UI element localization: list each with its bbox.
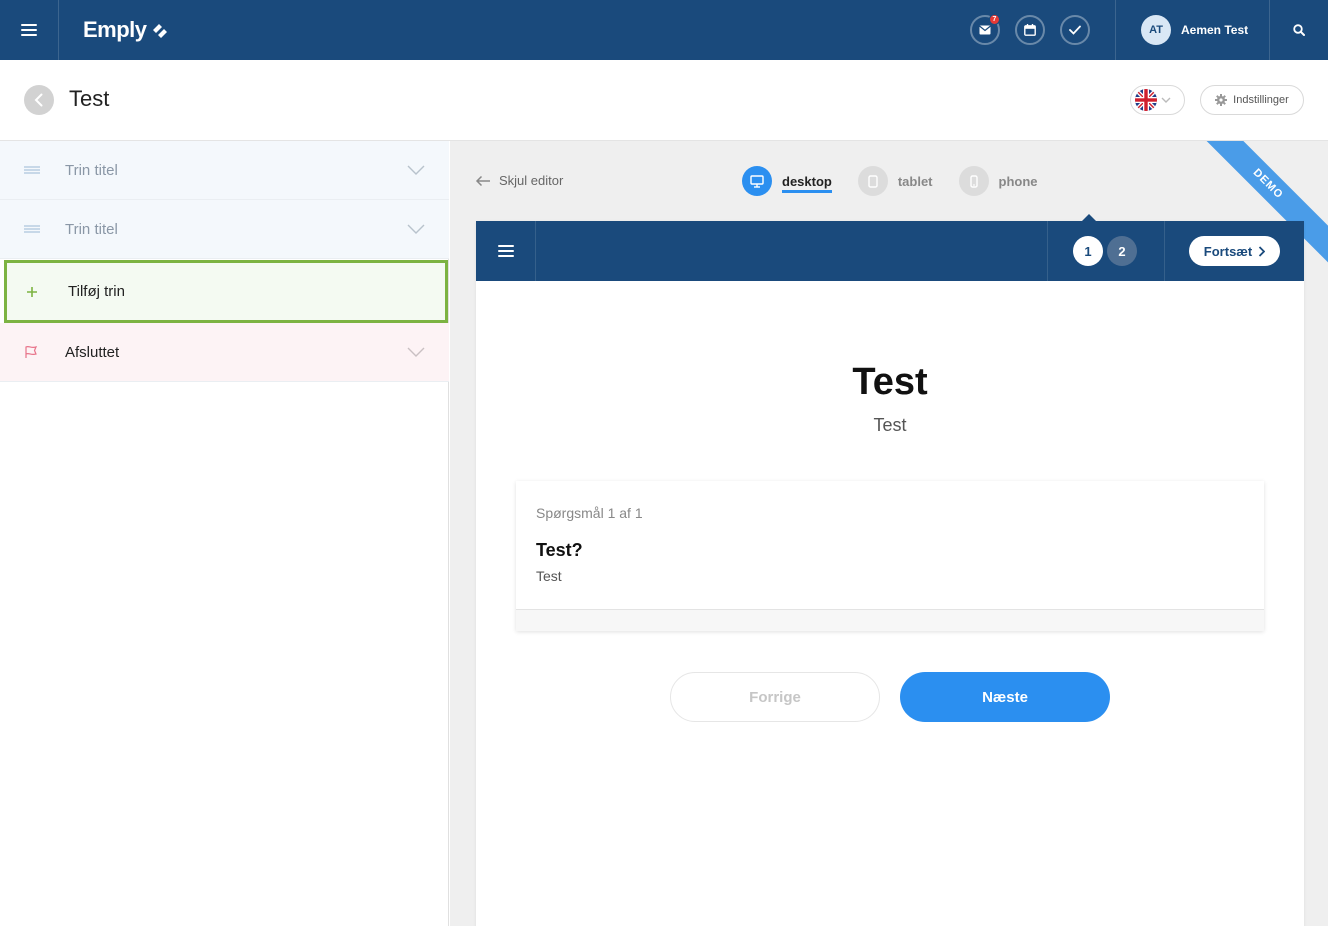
- chevron-left-icon: [34, 93, 43, 107]
- previous-button[interactable]: Forrige: [670, 672, 880, 722]
- form-title: Test: [852, 361, 928, 403]
- question-card-footer: [516, 609, 1264, 631]
- tab-desktop[interactable]: desktop: [742, 166, 832, 196]
- form-bar-divider: [1047, 221, 1048, 281]
- step-item-1[interactable]: Trin titel: [0, 141, 449, 200]
- tab-label: phone: [998, 173, 1038, 189]
- hide-editor-label: Skjul editor: [499, 173, 564, 188]
- preview-area: Skjul editor desktop tablet phone DEMO 1…: [450, 141, 1328, 926]
- step-label: Trin titel: [65, 161, 118, 179]
- tablet-icon: [857, 166, 888, 196]
- add-step-label: Tilføj trin: [68, 283, 125, 300]
- tab-tablet[interactable]: tablet: [857, 166, 933, 196]
- settings-button[interactable]: Indstillinger: [1200, 85, 1304, 115]
- tasks-button[interactable]: [1060, 15, 1090, 45]
- uk-flag-icon: [1135, 89, 1157, 111]
- gear-icon: [1215, 94, 1228, 106]
- hide-editor-button[interactable]: Skjul editor: [475, 173, 563, 188]
- hamburger-icon: [21, 24, 37, 36]
- desktop-icon: [742, 166, 772, 196]
- calendar-icon: [1024, 24, 1036, 36]
- preview-frame: 1 2 Fortsæt Test Test Spørgsmål 1 af 1 T…: [476, 214, 1304, 926]
- form-menu-button[interactable]: [476, 221, 536, 281]
- user-name: Aemen Test: [1181, 23, 1249, 37]
- settings-label: Indstillinger: [1233, 94, 1289, 106]
- step-item-2[interactable]: Trin titel: [0, 200, 449, 259]
- step-indicator-caret: [1082, 214, 1096, 221]
- messages-button[interactable]: 7: [970, 14, 1000, 45]
- steps-panel: Trin titel Trin titel Tilføj trin Afslut…: [0, 141, 449, 926]
- user-menu[interactable]: AT Aemen Test: [1141, 15, 1248, 45]
- step-item-finished[interactable]: Afsluttet: [0, 323, 449, 382]
- chevron-down-icon[interactable]: [407, 165, 425, 175]
- tab-label: tablet: [897, 173, 933, 189]
- question-card: Spørgsmål 1 af 1 Test? Test: [516, 481, 1264, 631]
- arrow-left-icon: [475, 175, 490, 186]
- avatar: AT: [1141, 15, 1171, 45]
- plus-icon: [27, 286, 37, 297]
- question-title: Test?: [536, 540, 583, 560]
- main-menu-button[interactable]: [0, 0, 59, 60]
- language-select[interactable]: [1130, 85, 1185, 115]
- continue-button[interactable]: Fortsæt: [1189, 236, 1280, 266]
- form-bar-divider: [1164, 221, 1165, 281]
- search-button[interactable]: [1270, 0, 1328, 60]
- topbar-divider: [1115, 0, 1116, 60]
- top-bar: Emply 7 AT Aemen Test: [0, 0, 1328, 60]
- chevron-right-icon: [1259, 245, 1266, 257]
- step-label: Afsluttet: [65, 343, 120, 361]
- chevron-down-icon[interactable]: [407, 347, 425, 357]
- form-subtitle: Test: [873, 415, 907, 435]
- page-header: Test Indstillinger: [0, 60, 1328, 141]
- logo-mark-icon: [152, 24, 167, 38]
- tab-phone[interactable]: phone: [958, 166, 1038, 196]
- calendar-button[interactable]: [1015, 15, 1045, 45]
- checkmark-icon: [1069, 25, 1081, 35]
- step-number-1[interactable]: 1: [1073, 236, 1103, 266]
- tab-label: desktop: [782, 174, 832, 193]
- drag-handle-icon[interactable]: [24, 225, 40, 233]
- chevron-down-icon: [1161, 97, 1171, 103]
- hamburger-icon: [497, 245, 514, 257]
- step-number-2[interactable]: 2: [1107, 236, 1137, 266]
- back-button[interactable]: [24, 85, 54, 115]
- question-counter: Spørgsmål 1 af 1: [536, 505, 643, 521]
- drag-handle-icon[interactable]: [24, 166, 40, 174]
- phone-icon: [958, 166, 989, 196]
- add-step-button[interactable]: Tilføj trin: [4, 260, 448, 323]
- question-description: Test: [536, 568, 562, 584]
- device-tabs: desktop tablet phone: [742, 166, 1064, 196]
- emply-logo[interactable]: Emply: [83, 17, 169, 43]
- continue-label: Fortsæt: [1203, 243, 1253, 259]
- mail-icon: [979, 25, 991, 35]
- step-indicator: 1 2: [1073, 236, 1137, 266]
- next-button[interactable]: Næste: [900, 672, 1110, 722]
- form-header-bar: 1 2 Fortsæt: [476, 214, 1304, 281]
- page-title: Test: [69, 86, 110, 111]
- chevron-down-icon[interactable]: [407, 224, 425, 234]
- logo-text: Emply: [83, 17, 147, 42]
- mail-count-badge: 7: [989, 14, 1000, 25]
- step-label: Trin titel: [65, 220, 118, 238]
- flag-icon: [25, 345, 38, 358]
- search-icon: [1293, 24, 1305, 36]
